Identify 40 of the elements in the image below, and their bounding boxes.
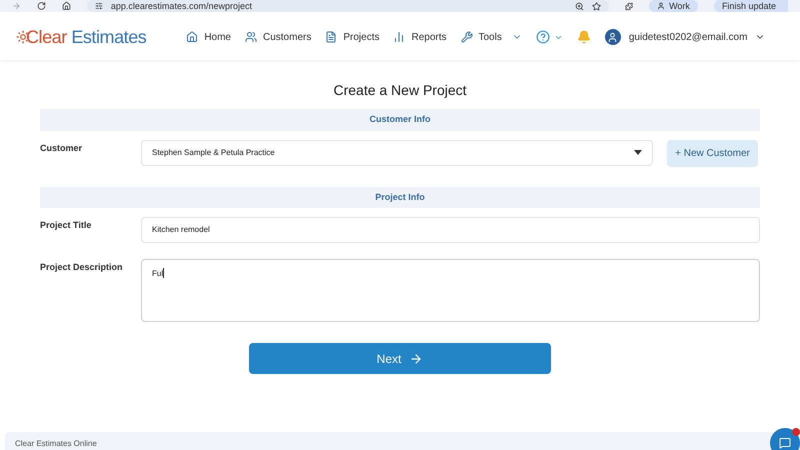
description-textarea[interactable]: Ful (141, 259, 760, 322)
nav-link[interactable]: Projects (325, 30, 380, 44)
site-info-icon (94, 2, 103, 10)
new-customer-button[interactable]: + New Customer (667, 140, 758, 166)
section-header: Project Info (40, 186, 760, 208)
url-text: app.clearestimates.com/newproject (110, 2, 252, 10)
avatar-icon (657, 2, 666, 10)
section-header: Customer Info (40, 109, 760, 130)
nav-link[interactable]: Tools (460, 30, 522, 44)
field-label: Customer (40, 142, 84, 154)
user-email: guidetest0202@email.com (628, 30, 748, 44)
chat-button[interactable] (770, 428, 800, 450)
address-bar[interactable]: app.clearestimates.com/newproject (86, 0, 610, 12)
bookmark-icon[interactable] (592, 2, 602, 10)
home-icon[interactable] (62, 1, 71, 11)
title-input[interactable]: Kitchen remodel (141, 217, 760, 243)
avatar-icon (604, 29, 621, 45)
select-value: Stephen Sample & Petula Practice (152, 146, 275, 158)
help-icon (536, 30, 550, 44)
next-button[interactable]: Next (249, 343, 551, 374)
reload-icon[interactable] (36, 1, 46, 11)
field-label: Project Title (40, 219, 92, 232)
page-title: Create a New Project (332, 81, 468, 100)
profile-chip[interactable]: Work (649, 0, 698, 12)
field-label: Project Description (40, 261, 124, 274)
dropdown-caret-icon (634, 150, 642, 155)
textarea-value: Ful (152, 268, 164, 280)
nav-link[interactable]: Customers (245, 30, 312, 44)
footer-text: Clear Estimates Online (15, 439, 97, 448)
help-menu[interactable] (536, 30, 563, 44)
update-chip[interactable]: Finish update (714, 0, 788, 12)
user-menu[interactable]: guidetest0202@email.com (604, 29, 766, 45)
home-icon (186, 31, 198, 43)
extension-icon[interactable] (625, 2, 634, 10)
nav-link[interactable]: Reports (393, 30, 446, 44)
nav-link[interactable]: Home (186, 30, 231, 44)
zoom-icon[interactable] (575, 2, 584, 10)
chat-icon (779, 437, 791, 449)
customer-select[interactable]: Stephen Sample & Petula Practice (141, 140, 653, 166)
text-cursor (163, 268, 164, 278)
